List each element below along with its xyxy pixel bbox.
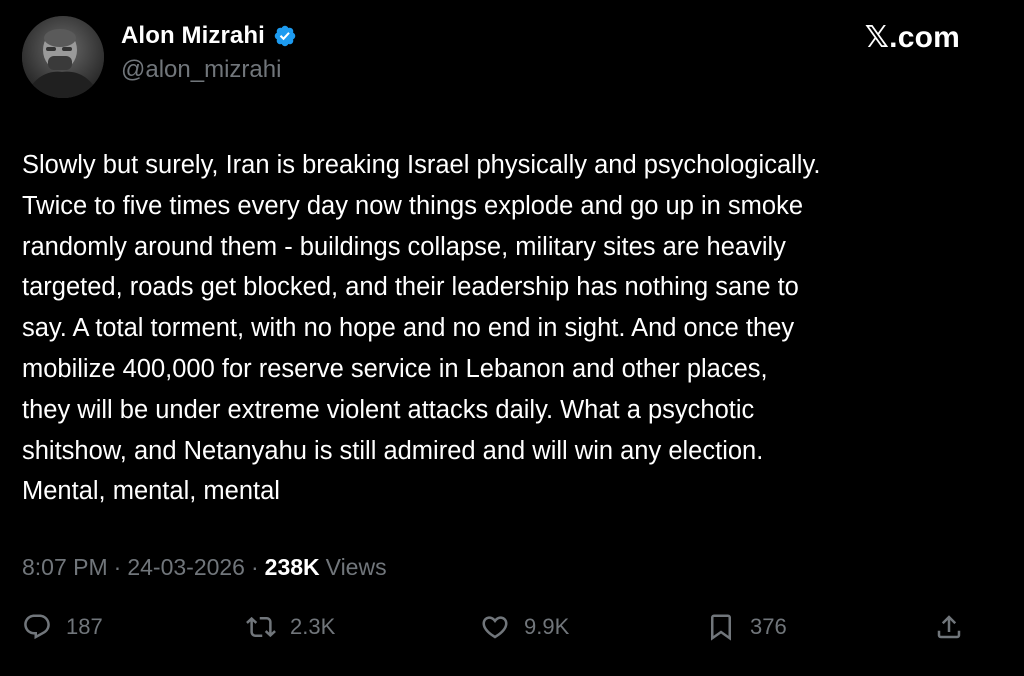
- tweet-date[interactable]: 24-03-2026: [127, 554, 245, 581]
- x-brand-logo: 𝕏.com: [864, 21, 960, 54]
- bookmark-icon: [711, 614, 731, 641]
- avatar[interactable]: [22, 16, 104, 98]
- author-handle[interactable]: @alon_mizrahi: [121, 56, 281, 84]
- tweet-actions: 187 2.3K 9.9K 376: [22, 612, 972, 648]
- meta-separator: ·: [113, 554, 122, 580]
- views-count: 238K: [264, 554, 320, 580]
- reply-button[interactable]: 187: [22, 612, 103, 642]
- bookmark-button[interactable]: 376: [706, 612, 787, 642]
- share-icon: [937, 615, 961, 639]
- retweet-icon: [246, 616, 276, 638]
- share-button[interactable]: [934, 612, 964, 642]
- bookmark-count: 376: [750, 614, 787, 639]
- meta-separator: ·: [250, 554, 259, 580]
- retweet-button[interactable]: 2.3K: [246, 612, 335, 642]
- reply-count: 187: [66, 614, 103, 639]
- tweet-card: Alon Mizrahi @alon_mizrahi 𝕏.com Slowly …: [0, 0, 1024, 676]
- author-name-row: Alon Mizrahi: [121, 22, 297, 50]
- like-button[interactable]: 9.9K: [480, 612, 569, 642]
- views-label: Views: [325, 554, 387, 580]
- profile-photo-icon: [22, 16, 104, 98]
- tweet-meta: 8:07 PM · 24-03-2026 · 238K Views: [22, 554, 387, 581]
- retweet-count: 2.3K: [290, 614, 336, 639]
- heart-icon: [482, 616, 508, 639]
- verified-badge-icon: [274, 25, 296, 47]
- reply-icon: [24, 614, 50, 640]
- like-count: 9.9K: [524, 614, 570, 639]
- tweet-time[interactable]: 8:07 PM: [22, 554, 108, 581]
- tweet-text: Slowly but surely, Iran is breaking Isra…: [22, 151, 821, 506]
- author-display-name[interactable]: Alon Mizrahi: [121, 22, 265, 50]
